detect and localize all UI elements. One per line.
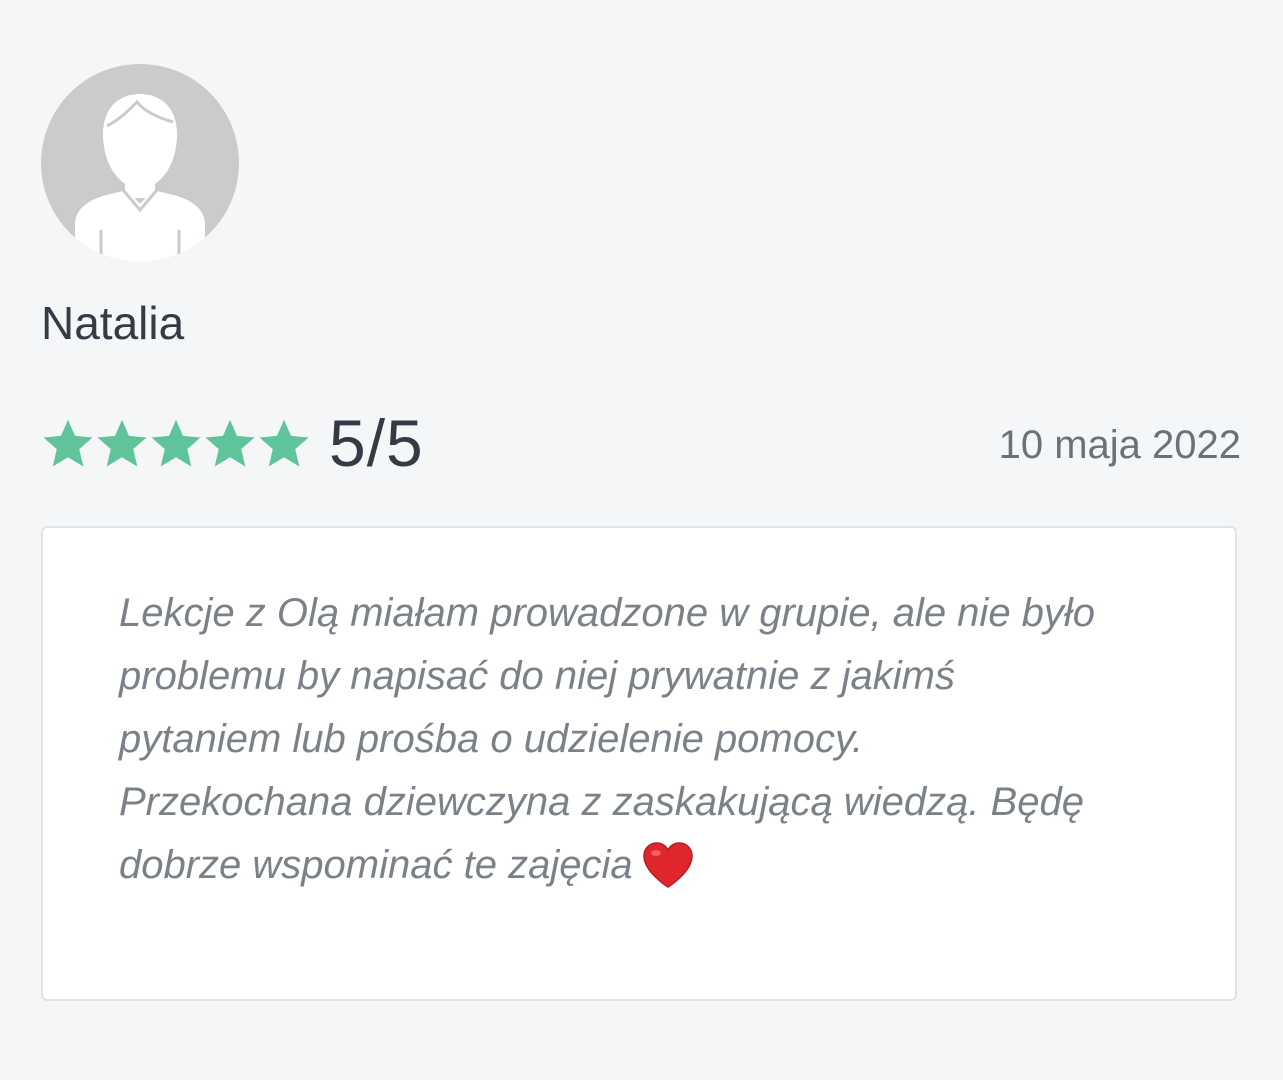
rating-row: 5/5 10 maja 2022 — [41, 408, 1241, 478]
star-filled-icon — [43, 419, 93, 467]
comment-box: Lekcje z Olą miałam prowadzone w grupie,… — [41, 526, 1237, 1001]
rating-score: 5/5 — [329, 406, 424, 480]
star-rating — [41, 417, 311, 471]
heart-icon — [642, 842, 693, 888]
review-card: Natalia 5/5 10 maja 2022 Lekcje z Olą mi… — [41, 64, 1241, 1001]
comment-text: Lekcje z Olą miałam prowadzone w grupie,… — [119, 582, 1165, 897]
review-date: 10 maja 2022 — [998, 423, 1241, 467]
star-filled-icon — [97, 419, 147, 467]
star-filled-icon — [205, 419, 255, 467]
author-name: Natalia — [41, 297, 185, 349]
star-filled-icon — [259, 419, 309, 467]
user-silhouette-icon — [75, 94, 205, 262]
avatar — [41, 64, 239, 262]
star-filled-icon — [151, 419, 201, 467]
comment-body: Lekcje z Olą miałam prowadzone w grupie,… — [119, 591, 1096, 887]
